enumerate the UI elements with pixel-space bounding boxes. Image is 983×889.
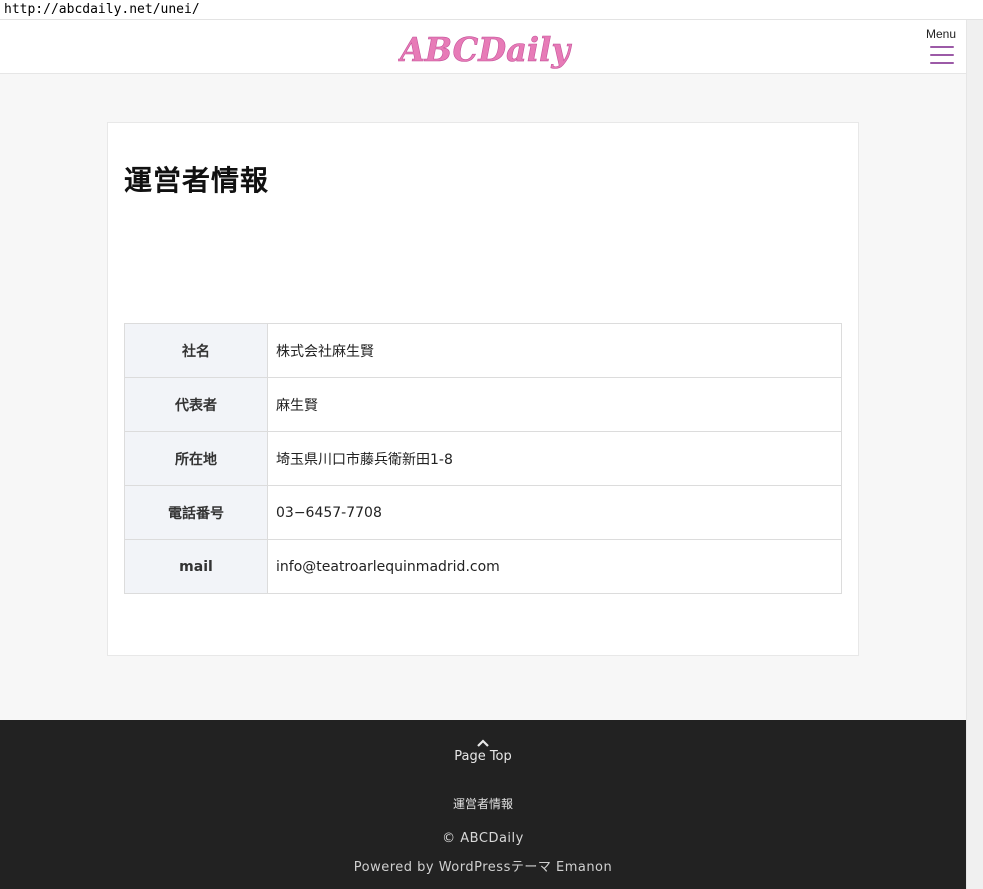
row-label: mail bbox=[124, 539, 268, 594]
row-label: 所在地 bbox=[124, 431, 268, 486]
address-url: http://abcdaily.net/unei/ bbox=[4, 2, 200, 17]
page-top-label: Page Top bbox=[454, 749, 512, 764]
footer-link-operator-info[interactable]: 運営者情報 bbox=[0, 795, 966, 812]
company-info-table: 社名 株式会社麻生賢 代表者 麻生賢 所在地 埼玉県川口市藤兵衛新田1-8 電話… bbox=[124, 323, 842, 594]
chevron-up-icon bbox=[477, 739, 489, 747]
page-scrollbar[interactable] bbox=[966, 20, 983, 889]
page-viewport: ABCDaily Menu 運営者情報 社名 株式会社麻生賢 代表者 麻生賢 所… bbox=[0, 21, 966, 889]
row-label: 代表者 bbox=[124, 377, 268, 432]
site-logo[interactable]: ABCDaily bbox=[398, 27, 574, 73]
menu-button[interactable]: Menu bbox=[918, 27, 964, 69]
copyright-text: © ABCDaily bbox=[442, 831, 524, 846]
page-title: 運営者情報 bbox=[124, 164, 270, 197]
table-row: 所在地 埼玉県川口市藤兵衛新田1-8 bbox=[124, 431, 842, 486]
page-top-button[interactable]: Page Top bbox=[433, 738, 533, 774]
table-row: mail info@teatroarlequinmadrid.com bbox=[124, 539, 842, 594]
row-label: 電話番号 bbox=[124, 485, 268, 540]
table-row: 電話番号 03−6457-7708 bbox=[124, 485, 842, 540]
hamburger-icon bbox=[930, 46, 954, 66]
row-label: 社名 bbox=[124, 323, 268, 378]
table-row: 社名 株式会社麻生賢 bbox=[124, 323, 842, 378]
logo-text: ABCDaily bbox=[398, 30, 573, 69]
address-bar[interactable]: http://abcdaily.net/unei/ bbox=[0, 0, 983, 20]
site-header: ABCDaily Menu bbox=[0, 21, 966, 74]
row-value: 麻生賢 bbox=[267, 377, 842, 432]
row-value: 03−6457-7708 bbox=[267, 485, 842, 540]
table-row: 代表者 麻生賢 bbox=[124, 377, 842, 432]
row-value: 埼玉県川口市藤兵衛新田1-8 bbox=[267, 431, 842, 486]
row-value: 株式会社麻生賢 bbox=[267, 323, 842, 378]
content-card: 運営者情報 社名 株式会社麻生賢 代表者 麻生賢 所在地 埼玉県川口市藤兵衛新田… bbox=[107, 122, 859, 656]
site-footer: Page Top 運営者情報 © ABCDaily Powered by Wor… bbox=[0, 720, 966, 889]
logo-wordmark: ABCDaily bbox=[398, 30, 573, 70]
powered-by-text: Powered by WordPressテーマ Emanon bbox=[353, 860, 613, 875]
row-value: info@teatroarlequinmadrid.com bbox=[267, 539, 842, 594]
menu-label: Menu bbox=[925, 27, 957, 41]
